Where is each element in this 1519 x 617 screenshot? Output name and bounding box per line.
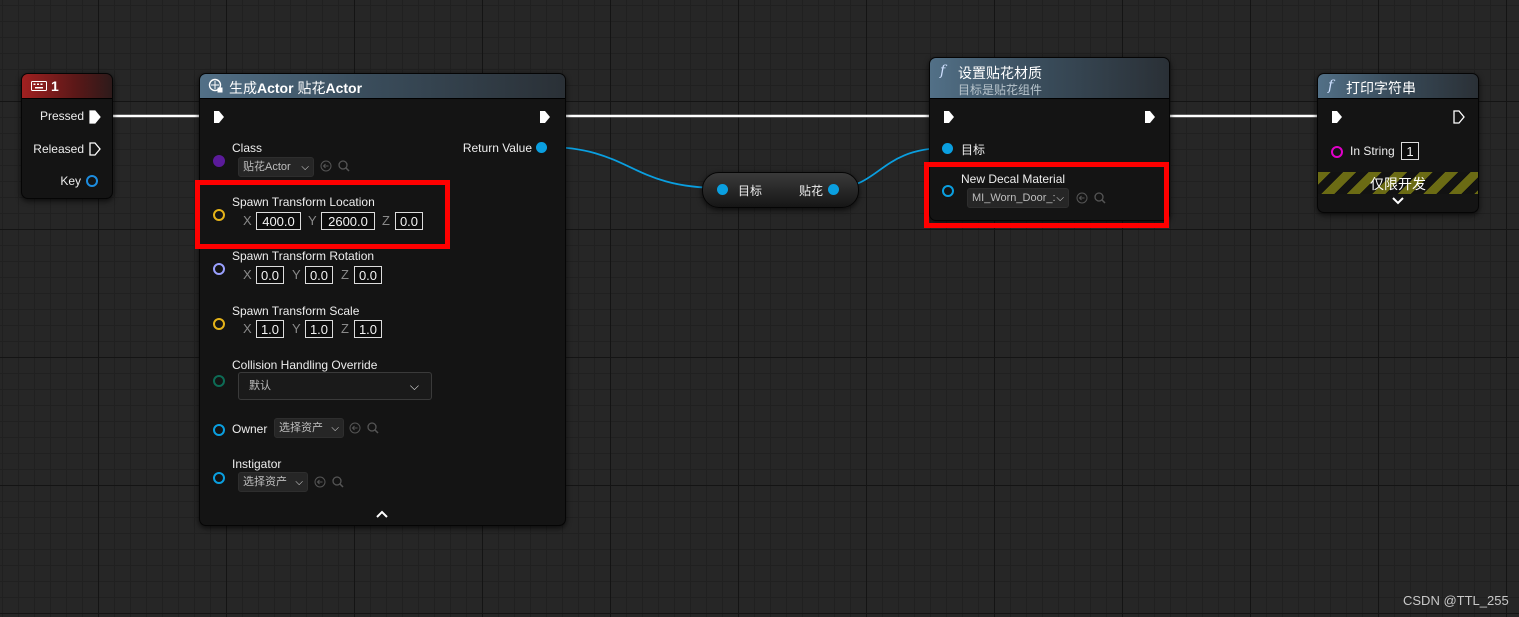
watermark: CSDN @TTL_255 (1403, 593, 1509, 608)
rotation-z-field[interactable]: 0.0 (354, 266, 382, 284)
node-header: f 打印字符串 (1318, 74, 1478, 99)
in-string-field[interactable]: 1 (1401, 142, 1419, 160)
chevron-down-icon: ⌵ (409, 379, 419, 393)
node-header: f 设置贴花材质 目标是贴花组件 (930, 58, 1169, 99)
return-value-pin[interactable] (536, 142, 547, 153)
cast-output-pin[interactable] (828, 184, 839, 195)
y-label: Y (292, 321, 301, 336)
use-selected-icon[interactable] (349, 422, 361, 434)
z-label: Z (341, 267, 349, 282)
search-icon[interactable] (367, 422, 379, 434)
class-label: Class (232, 141, 263, 155)
exec-out-pin[interactable] (1453, 110, 1465, 124)
spawn-scale-label: Spawn Transform Scale (232, 304, 360, 318)
scale-input-pin[interactable] (213, 318, 225, 330)
chevron-down-icon: ⌵ (295, 477, 303, 488)
instigator-dropdown[interactable]: 选择资产 ⌵ (238, 472, 308, 492)
spawn-actor-icon (208, 78, 223, 93)
scale-y-field[interactable]: 1.0 (305, 320, 333, 338)
input-key-node[interactable]: 1 Pressed Released Key (21, 73, 113, 199)
target-input-pin[interactable] (942, 143, 953, 154)
spawn-rotation-label: Spawn Transform Rotation (232, 249, 375, 263)
owner-label: Owner (232, 422, 268, 436)
key-output-pin[interactable] (86, 175, 98, 187)
use-selected-icon[interactable] (314, 476, 326, 488)
in-string-input-pin[interactable] (1331, 146, 1343, 158)
chevron-down-icon: ⌵ (331, 423, 339, 434)
node-title: 生成Actor 贴花Actor (229, 80, 363, 96)
node-subtitle: 目标是贴花组件 (958, 83, 1043, 97)
collision-dropdown[interactable]: 默认 ⌵ (238, 372, 432, 400)
collision-input-pin[interactable] (213, 375, 225, 387)
in-string-label: In String (1350, 144, 1395, 158)
highlight-decal-material (924, 162, 1169, 228)
rotation-y-field[interactable]: 0.0 (305, 266, 333, 284)
cast-input-label: 目标 (738, 184, 763, 198)
exec-out-pin[interactable] (1144, 110, 1156, 124)
highlight-spawn-location (195, 180, 450, 249)
rotation-x-field[interactable]: 0.0 (256, 266, 284, 284)
instigator-label: Instigator (232, 457, 282, 471)
exec-in-pin[interactable] (1331, 110, 1343, 124)
target-label: 目标 (961, 143, 986, 157)
use-selected-icon[interactable] (320, 160, 332, 172)
development-only-banner: 仅限开发 (1318, 172, 1478, 194)
exec-in-pin[interactable] (213, 110, 225, 124)
exec-out-pin-released[interactable] (89, 142, 101, 156)
scale-x-field[interactable]: 1.0 (256, 320, 284, 338)
scale-z-field[interactable]: 1.0 (354, 320, 382, 338)
exec-in-pin[interactable] (943, 110, 955, 124)
exec-out-pin[interactable] (539, 110, 551, 124)
released-pin-label: Released (33, 142, 84, 156)
cast-input-pin[interactable] (717, 184, 728, 195)
class-dropdown[interactable]: 贴花Actor ⌵ (238, 157, 314, 177)
search-icon[interactable] (338, 160, 350, 172)
function-icon: f (940, 63, 946, 79)
owner-input-pin[interactable] (213, 424, 225, 436)
spawn-actor-node[interactable]: 生成Actor 贴花Actor Class 贴花Actor ⌵ Return Va… (199, 73, 566, 526)
keyboard-icon (31, 81, 47, 91)
owner-dropdown[interactable]: 选择资产 ⌵ (274, 418, 344, 438)
cast-output-label: 贴花 (799, 184, 824, 198)
node-title: 打印字符串 (1346, 80, 1416, 96)
x-label: X (243, 267, 252, 282)
node-header: 生成Actor 贴花Actor (200, 74, 565, 99)
y-label: Y (292, 267, 301, 282)
node-title: 设置贴花材质 (958, 65, 1042, 81)
development-only-label: 仅限开发 (1370, 176, 1426, 192)
pressed-pin-label: Pressed (39, 109, 84, 123)
expand-advanced-icon[interactable] (1392, 197, 1404, 205)
print-string-node[interactable]: f 打印字符串 In String 1 仅限开发 (1317, 73, 1479, 213)
collapse-advanced-icon[interactable] (376, 510, 388, 518)
collision-override-label: Collision Handling Override (232, 358, 378, 372)
key-pin-label: Key (60, 174, 81, 188)
exec-out-pin-pressed[interactable] (89, 110, 101, 124)
search-icon[interactable] (332, 476, 344, 488)
z-label: Z (341, 321, 349, 336)
instigator-input-pin[interactable] (213, 472, 225, 484)
return-value-label: Return Value (462, 141, 532, 155)
x-label: X (243, 321, 252, 336)
node-header: 1 (22, 74, 112, 99)
function-icon: f (1328, 78, 1334, 94)
rotation-input-pin[interactable] (213, 263, 225, 275)
cast-node[interactable]: 目标 贴花 (702, 172, 859, 208)
class-input-pin[interactable] (213, 155, 225, 167)
chevron-down-icon: ⌵ (301, 162, 309, 173)
object-wire-return-to-cast (545, 146, 721, 189)
node-title: 1 (51, 78, 59, 94)
